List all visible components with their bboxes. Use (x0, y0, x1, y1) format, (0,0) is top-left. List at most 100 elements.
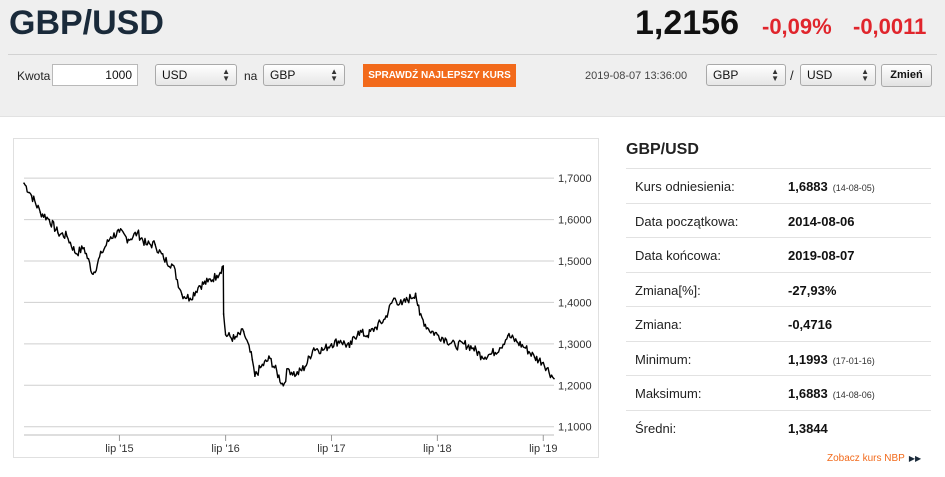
quote-currency-select[interactable]: USD ▲ ▼ (800, 64, 876, 86)
y-tick-label: 1,2000 (558, 380, 592, 392)
from-currency-value: USD (162, 68, 188, 82)
data-point (127, 238, 130, 241)
data-point (436, 333, 439, 336)
select-arrows-icon: ▲ ▼ (771, 67, 779, 83)
amount-input[interactable]: 1000 (52, 64, 138, 86)
stats-value: 1,3844 (788, 420, 828, 436)
amount-label: Kwota (17, 69, 51, 83)
data-point (109, 236, 112, 238)
stats-value: 1,6883 (14-08-06) (788, 386, 875, 401)
stats-date: (14-08-05) (832, 183, 875, 193)
data-point (384, 318, 386, 320)
data-point (489, 353, 492, 356)
data-point (427, 328, 430, 331)
data-point (524, 347, 527, 349)
base-currency-select[interactable]: GBP ▲ ▼ (706, 64, 786, 86)
data-point (242, 330, 245, 333)
x-tick-label: lip '16 (211, 443, 239, 455)
data-point (454, 345, 457, 347)
data-point (507, 334, 509, 337)
stats-table: Kurs odniesienia: 1,6883 (14-08-05) Data … (626, 168, 931, 444)
data-point (542, 361, 545, 364)
data-point (163, 258, 165, 260)
data-point (463, 343, 465, 345)
pair-slash: / (790, 68, 794, 83)
pair-title: GBP/USD (9, 4, 164, 42)
data-point (330, 343, 333, 345)
data-point (321, 349, 324, 351)
y-tick-label: 1,6000 (558, 215, 592, 227)
data-point (313, 347, 315, 349)
data-point (23, 182, 25, 184)
data-point (233, 338, 236, 340)
series-line (23, 182, 555, 387)
data-point (498, 347, 501, 349)
select-arrows-icon: ▲ ▼ (222, 67, 230, 83)
data-point (393, 297, 395, 300)
data-point (251, 358, 254, 361)
stats-value: 2019-08-07 (788, 248, 855, 263)
stats-date: (14-08-06) (832, 390, 875, 400)
data-point (66, 235, 68, 237)
data-point (553, 377, 555, 380)
data-point (516, 340, 518, 343)
rate-chart: 1,1000 1,2000 1,3000 1,4000 1,5000 1,6000 1,70… (23, 173, 592, 455)
y-tick-label: 1,7000 (558, 173, 592, 185)
data-point (295, 374, 297, 376)
y-tick-label: 1,1000 (558, 422, 592, 434)
data-point (189, 297, 192, 300)
stats-row: Zmiana: -0,4716 (626, 306, 931, 341)
data-point (260, 365, 263, 368)
data-point (472, 347, 474, 349)
stats-value: 1,1993 (17-01-16) (788, 351, 875, 367)
data-point (366, 334, 368, 337)
data-point (282, 384, 285, 387)
change-percent: -0,09% (762, 14, 832, 39)
x-tick-label: lip '18 (423, 443, 451, 455)
stats-date: (17-01-16) (832, 355, 875, 366)
data-point (75, 252, 77, 255)
quote-currency-value: USD (807, 68, 833, 82)
data-point (533, 356, 536, 358)
stats-value: 1,6883 (14-08-05) (788, 179, 875, 194)
y-tick-label: 1,3000 (558, 339, 592, 351)
data-point (118, 231, 121, 233)
data-point (92, 273, 94, 276)
x-tick-label: lip '17 (317, 443, 345, 455)
data-point (100, 251, 103, 254)
chart-container: 1,1000 1,2000 1,3000 1,4000 1,5000 1,6000 1,70… (13, 138, 599, 458)
data-point (198, 285, 201, 287)
data-point (154, 243, 156, 246)
data-point (207, 280, 209, 283)
data-point (216, 274, 218, 277)
data-point (445, 338, 448, 341)
timestamp: 2019-08-07 13:36:00 (585, 70, 688, 82)
stats-row: Data końcowa: 2019-08-07 (626, 237, 931, 272)
data-point (136, 232, 139, 234)
data-point (414, 292, 417, 295)
change-pair-button[interactable]: Zmień (881, 64, 932, 87)
data-point (254, 375, 256, 377)
nbp-rate-link[interactable]: Zobacz kurs NBP ▶▶ (827, 453, 921, 464)
change-absolute: -0,0011 (853, 14, 927, 39)
stats-label: Zmiana[%]: (635, 282, 701, 298)
stats-row: Średni: 1,3844 (626, 409, 931, 445)
current-price: 1,2156 (635, 4, 739, 42)
best-rate-button[interactable]: SPRAWDŹ NAJLEPSZY KURS (363, 64, 516, 87)
stats-row: Maksimum: 1,6883 (14-08-06) (626, 375, 931, 410)
stats-row: Minimum: 1,1993 (17-01-16) (626, 340, 931, 376)
select-arrows-icon: ▲ ▼ (861, 67, 869, 83)
data-point (145, 243, 147, 246)
stats-label: Zmiana: (635, 317, 682, 332)
stats-label: Maksimum: (635, 386, 702, 401)
data-point (224, 333, 227, 336)
from-currency-select[interactable]: USD ▲ ▼ (155, 64, 237, 86)
stats-label: Średni: (635, 420, 677, 436)
x-tick-label: lip '19 (529, 443, 557, 455)
to-currency-select[interactable]: GBP ▲ ▼ (263, 64, 345, 86)
data-point (269, 357, 271, 360)
stats-row: Kurs odniesienia: 1,6883 (14-08-05) (626, 168, 931, 203)
data-point (48, 218, 51, 221)
stats-label: Data początkowa: (635, 213, 739, 229)
data-point (57, 232, 59, 234)
